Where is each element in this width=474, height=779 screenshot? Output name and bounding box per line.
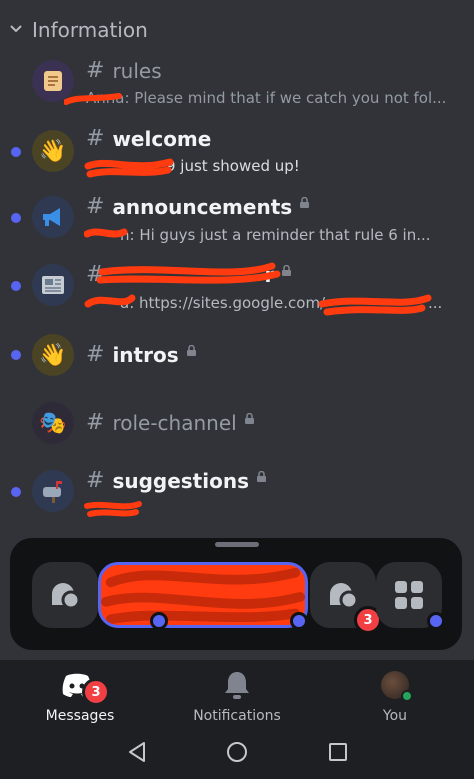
ellipsis: ...	[428, 294, 443, 312]
channel-name: r	[264, 262, 275, 287]
waving-hand-icon: 👋	[32, 130, 74, 172]
channel-redacted[interactable]: # r a: https://sites.google.com/ ...	[0, 258, 474, 318]
grid-icon	[395, 581, 423, 609]
channel-name: role-channel	[112, 410, 237, 435]
category-header[interactable]: Information	[0, 12, 474, 48]
unread-indicator	[11, 281, 21, 291]
avatar	[375, 668, 415, 702]
channel-preview: Anna: Please mind that if we catch you n…	[86, 89, 447, 107]
lock-icon	[300, 197, 310, 208]
hash-icon: #	[86, 342, 105, 367]
bell-icon	[217, 668, 257, 702]
back-icon[interactable]	[125, 740, 149, 764]
lock-icon	[244, 413, 254, 424]
hash-icon: #	[86, 262, 105, 287]
hash-icon: #	[86, 410, 105, 435]
channel-suggestions[interactable]: # suggestions	[0, 462, 474, 522]
tab-you[interactable]: You	[335, 668, 455, 724]
channel-intros[interactable]: 👋 # intros	[0, 326, 474, 386]
channel-preview: n: Hi guys just a reminder that rule 6 i…	[120, 226, 431, 244]
hash-icon: #	[86, 126, 105, 151]
waving-hand-icon: 👋	[32, 334, 74, 376]
tab-label: You	[382, 708, 408, 724]
redacted-server-group[interactable]	[98, 562, 308, 628]
scroll-icon	[32, 60, 74, 102]
hash-icon: #	[86, 58, 105, 83]
category-title: Information	[32, 18, 148, 42]
channel-name: welcome	[112, 126, 212, 151]
chat-bubbles-icon	[330, 583, 359, 610]
drag-handle[interactable]	[215, 542, 259, 547]
dm-button[interactable]	[32, 562, 98, 628]
redaction-scribble	[84, 501, 142, 517]
unread-indicator	[11, 213, 21, 223]
unread-indicator	[150, 612, 168, 630]
hash-icon: #	[86, 468, 105, 493]
channel-welcome[interactable]: 👋 # welcome 9 just showed up!	[0, 122, 474, 182]
channel-announcements[interactable]: # announcements n: Hi guys just a remind…	[0, 190, 474, 250]
home-icon[interactable]	[225, 740, 249, 764]
megaphone-icon	[32, 196, 74, 238]
tab-label: Notifications	[193, 708, 281, 724]
lock-icon	[256, 471, 266, 482]
unread-indicator	[11, 487, 21, 497]
unread-indicator	[11, 350, 21, 360]
messages-badge: 3	[82, 678, 110, 706]
recents-icon[interactable]	[326, 740, 350, 764]
channel-role-channel[interactable]: 🎭 # role-channel	[0, 394, 474, 454]
chat-bubbles-icon	[52, 583, 81, 610]
newspaper-icon	[32, 264, 74, 306]
channel-rules[interactable]: # rules Anna: Please mind that if we cat…	[0, 54, 474, 114]
channel-name: announcements	[112, 194, 293, 219]
theater-masks-icon: 🎭	[32, 402, 74, 444]
mailbox-icon	[32, 470, 74, 512]
lock-icon	[186, 345, 196, 356]
redaction-scribble	[101, 567, 305, 625]
tab-label: Messages	[45, 708, 115, 724]
channel-name: suggestions	[112, 468, 249, 493]
channel-name: rules	[112, 58, 162, 83]
unread-indicator	[11, 147, 21, 157]
channel-name: intros	[112, 342, 179, 367]
unread-indicator	[427, 612, 445, 630]
hash-icon: #	[86, 194, 105, 219]
tab-notifications[interactable]: Notifications	[177, 668, 297, 724]
discord-logo-icon: 3	[60, 668, 110, 706]
unread-indicator	[290, 612, 308, 630]
redaction-scribble	[84, 158, 174, 178]
chevron-down-icon	[10, 25, 22, 33]
channel-preview: a: https://sites.google.com/	[120, 294, 326, 312]
channel-preview: 9 just showed up!	[166, 157, 300, 175]
lock-icon	[282, 265, 292, 276]
tab-messages[interactable]: 3 Messages	[20, 668, 140, 724]
